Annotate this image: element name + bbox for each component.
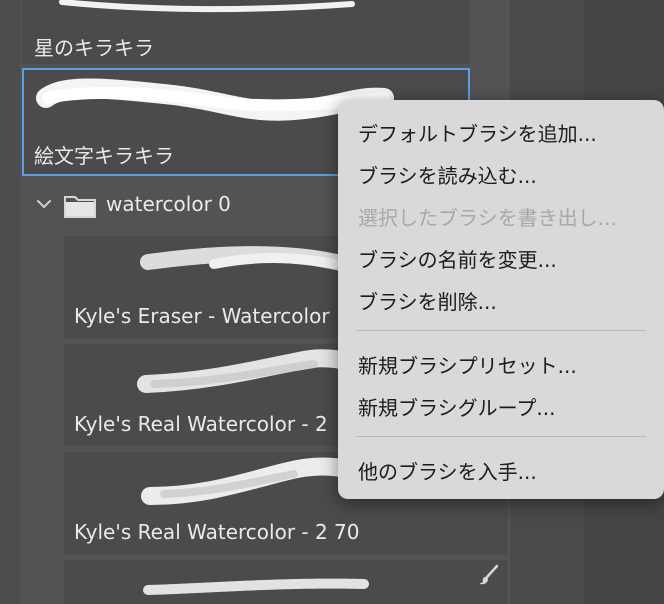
menu-separator (356, 330, 646, 331)
menu-item-get-more-brushes[interactable]: 他のブラシを入手... (358, 456, 537, 485)
brush-stroke-preview (59, 0, 355, 13)
menu-separator (356, 436, 646, 437)
brush-stroke-preview (143, 578, 369, 595)
menu-item-delete-brush[interactable]: ブラシを削除... (358, 286, 497, 315)
menu-item-import-brushes[interactable]: ブラシを読み込む... (358, 160, 537, 189)
brush-label: Kyle's Eraser - Watercolor (74, 304, 330, 328)
menu-item-add-default-brushes[interactable]: デフォルトブラシを追加... (358, 118, 597, 147)
brush-tool-icon (480, 564, 499, 585)
menu-item-new-brush-preset[interactable]: 新規ブラシプリセット... (358, 350, 577, 379)
panel-left-strip (0, 0, 20, 604)
brush-context-menu: デフォルトブラシを追加... ブラシを読み込む... 選択したブラシを書き出し.… (338, 100, 664, 499)
folder-icon (64, 196, 96, 218)
brushes-panel: 星のキラキラ 絵文字キラキラ watercolor 0 Kyle's Erase… (0, 0, 664, 604)
group-name: watercolor 0 (106, 192, 231, 216)
brush-item-star-sparkle[interactable]: 星のキラキラ (22, 0, 470, 64)
brush-label: 星のキラキラ (34, 36, 154, 60)
menu-item-new-brush-group[interactable]: 新規ブラシグループ... (358, 392, 555, 421)
brush-label: 絵文字キラキラ (34, 144, 174, 168)
chevron-down-icon[interactable] (34, 194, 54, 214)
brush-label: Kyle's Real Watercolor - 2 (74, 412, 328, 436)
brush-label: Kyle's Real Watercolor - 2 70 (74, 520, 360, 544)
menu-item-export-selected-brushes: 選択したブラシを書き出し... (358, 206, 617, 230)
menu-item-rename-brush[interactable]: ブラシの名前を変更... (358, 244, 557, 273)
brush-item[interactable] (64, 560, 508, 604)
